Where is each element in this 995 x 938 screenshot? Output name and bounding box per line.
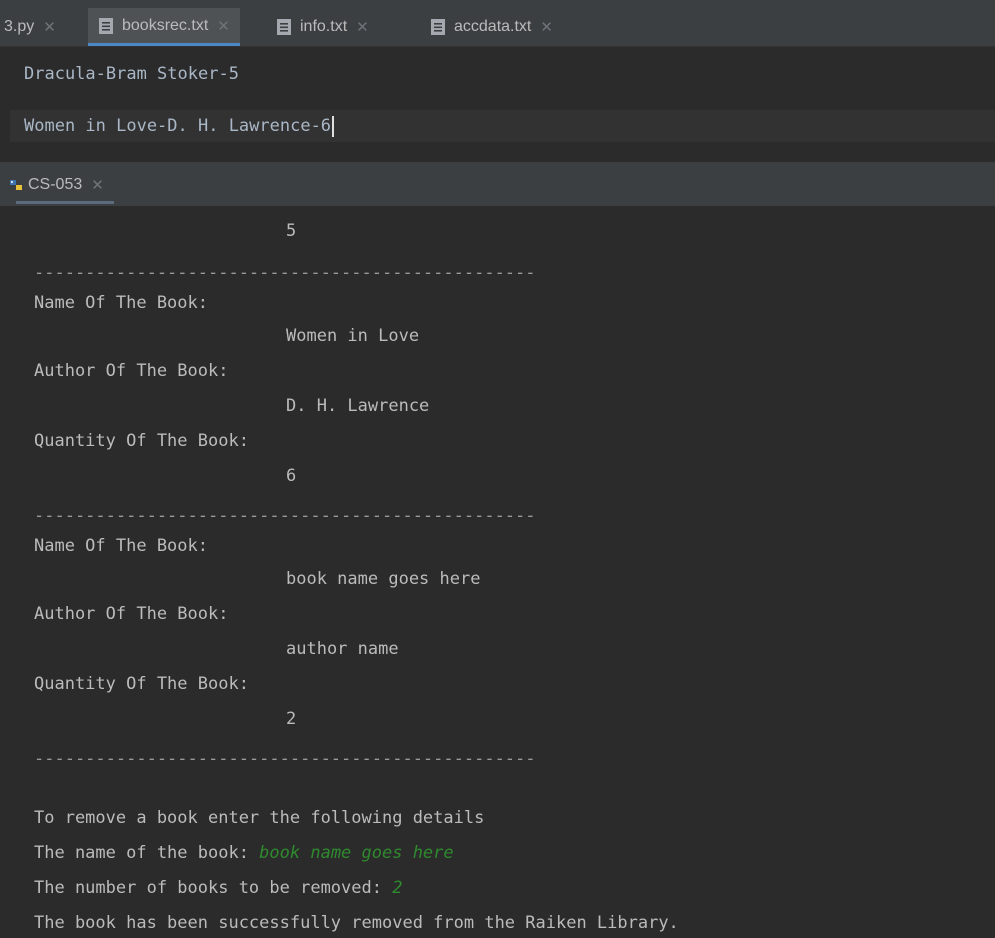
input-book-name: book name goes here bbox=[259, 843, 454, 863]
record-quantity-value: 6 bbox=[286, 466, 297, 486]
separator-line: ----------------------------------------… bbox=[34, 263, 536, 283]
prompt-book-name-label: The name of the book: bbox=[34, 843, 260, 863]
success-message: The book has been successfully removed f… bbox=[34, 913, 679, 933]
prompt-intro: To remove a book enter the following det… bbox=[34, 808, 485, 828]
tab-label: booksrec.txt bbox=[122, 16, 209, 34]
prompt-remove-count-label: The number of books to be removed: bbox=[34, 878, 393, 898]
tab-3-py[interactable]: 3.py ✕ bbox=[0, 8, 66, 46]
prompt-remove-count: The number of books to be removed: 2 bbox=[34, 873, 402, 903]
record-author-label: Author Of The Book: bbox=[34, 361, 229, 381]
editor-line-2[interactable]: Women in Love-D. H. Lawrence-6 bbox=[24, 111, 335, 141]
text-file-icon bbox=[277, 19, 291, 35]
record-name-label: Name Of The Book: bbox=[34, 536, 208, 556]
record-name-value: Women in Love bbox=[286, 326, 420, 346]
text-file-icon bbox=[431, 19, 445, 35]
text-caret bbox=[332, 115, 335, 137]
text-file-icon bbox=[99, 17, 113, 34]
record-author-value: D. H. Lawrence bbox=[286, 396, 430, 416]
editor-line-2-text: Women in Love-D. H. Lawrence-6 bbox=[24, 116, 332, 136]
close-icon[interactable]: ✕ bbox=[217, 17, 230, 35]
separator-line: ----------------------------------------… bbox=[34, 749, 536, 769]
tab-accdata-txt[interactable]: accdata.txt ✕ bbox=[420, 8, 563, 46]
run-tab[interactable]: CS-053 ✕ bbox=[8, 166, 114, 204]
console-value: 5 bbox=[286, 221, 297, 241]
text-editor[interactable]: Dracula-Bram Stoker-5 Women in Love-D. H… bbox=[0, 47, 995, 162]
record-quantity-label: Quantity Of The Book: bbox=[34, 431, 249, 451]
record-author-value: author name bbox=[286, 639, 399, 659]
tab-label: accdata.txt bbox=[454, 18, 532, 35]
prompt-book-name: The name of the book: book name goes her… bbox=[34, 838, 454, 868]
record-name-value: book name goes here bbox=[286, 569, 481, 589]
record-name-label: Name Of The Book: bbox=[34, 293, 208, 313]
separator-line: ----------------------------------------… bbox=[34, 506, 536, 526]
run-console[interactable]: 5 --------------------------------------… bbox=[10, 206, 995, 933]
close-icon[interactable]: ✕ bbox=[356, 18, 369, 36]
tab-label: 3.py bbox=[4, 18, 35, 35]
editor-line-1[interactable]: Dracula-Bram Stoker-5 bbox=[24, 59, 239, 89]
record-author-label: Author Of The Book: bbox=[34, 604, 229, 624]
tab-label: info.txt bbox=[300, 18, 348, 35]
tab-info-txt[interactable]: info.txt ✕ bbox=[266, 8, 379, 46]
editor-tab-bar: 3.py ✕ booksrec.txt ✕ info.txt ✕ accdata… bbox=[0, 0, 995, 47]
close-icon[interactable]: ✕ bbox=[91, 176, 104, 194]
run-tab-label: CS-053 bbox=[28, 176, 83, 193]
close-icon[interactable]: ✕ bbox=[540, 18, 553, 36]
record-quantity-value: 2 bbox=[286, 709, 297, 729]
record-quantity-label: Quantity Of The Book: bbox=[34, 674, 249, 694]
close-icon[interactable]: ✕ bbox=[43, 18, 56, 36]
input-remove-count: 2 bbox=[392, 878, 403, 898]
python-icon bbox=[10, 180, 22, 190]
run-tool-window-header: CS-053 ✕ bbox=[0, 162, 995, 206]
active-tab-indicator bbox=[16, 201, 114, 204]
tab-booksrec-txt[interactable]: booksrec.txt ✕ bbox=[88, 8, 240, 46]
